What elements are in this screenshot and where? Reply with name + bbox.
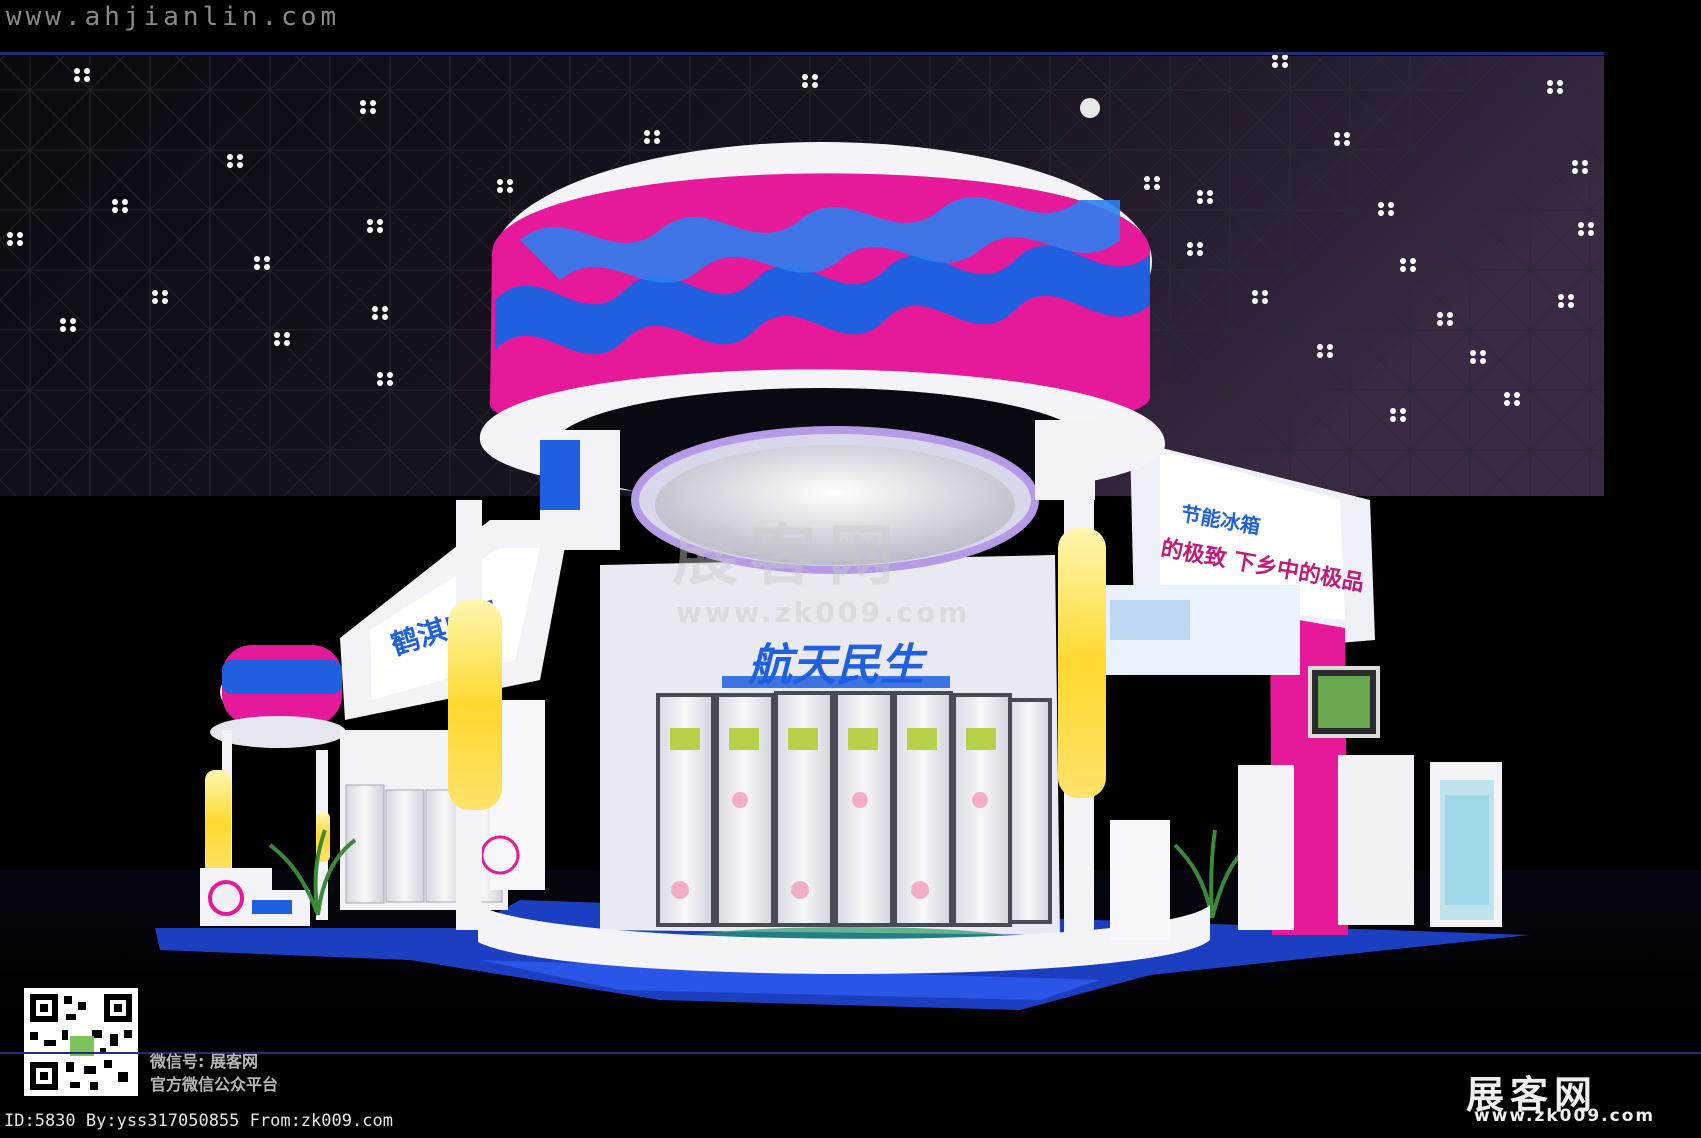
center-watermark-text: 展客网 [672, 516, 906, 594]
qr-code-icon [24, 988, 138, 1096]
top-border-line [0, 52, 1604, 55]
footer-id-line: ID:5830 By:yss317050855 From:zk009.com [4, 1111, 393, 1131]
fridge-display-wall [656, 691, 1052, 963]
exhibition-booth-render: 鹤淇电器 航天民生 节能冰箱 的极致 下乡中的极品 www.ahjianlin.… [0, 0, 1701, 1134]
light-pillar-left [448, 600, 502, 810]
site-url-watermark: www.ahjianlin.com [6, 2, 341, 32]
wechat-desc: 官方微信公众平台 [150, 1075, 279, 1094]
footer-brand-url: www.zk009.com [1474, 1106, 1656, 1126]
light-pillar-right [1058, 528, 1106, 798]
wechat-id: 微信号: 展客网 [150, 1052, 258, 1071]
center-watermark-url: www.zk009.com [676, 596, 971, 629]
